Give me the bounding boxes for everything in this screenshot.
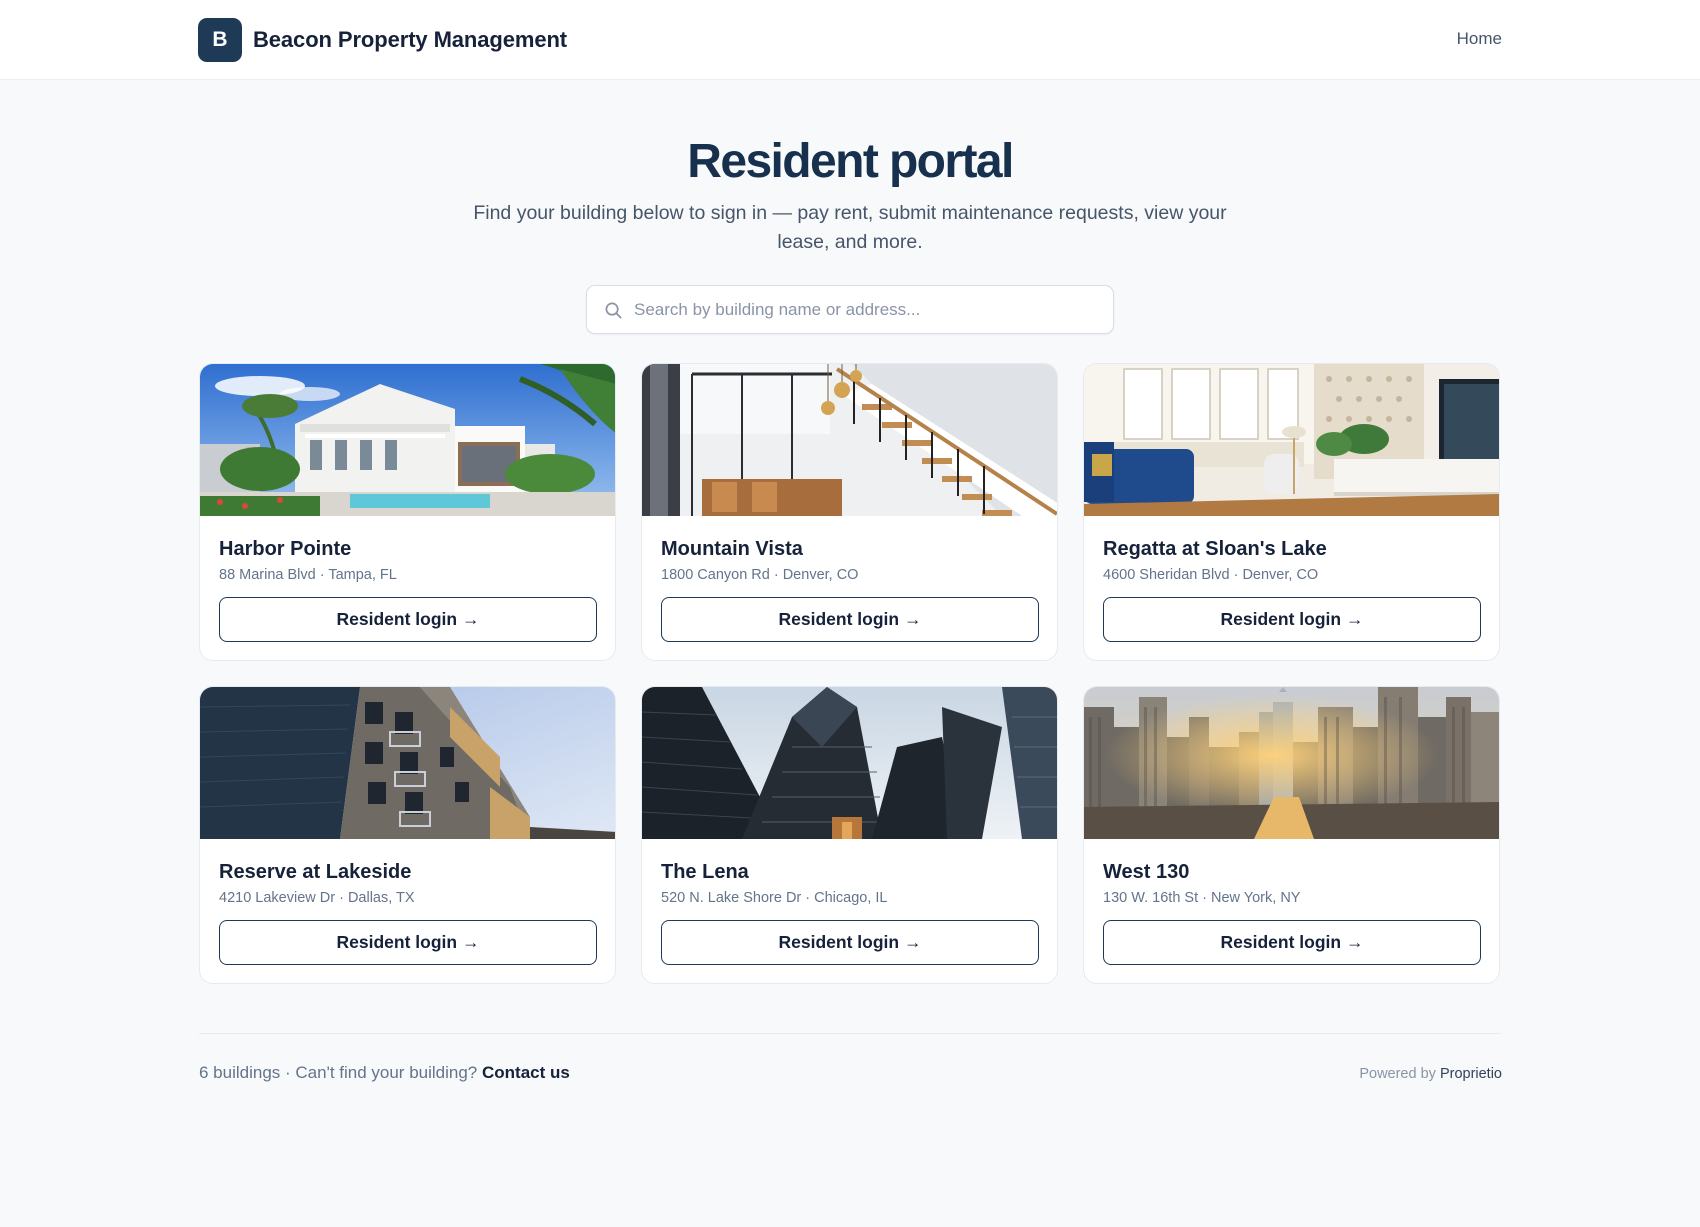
building-card[interactable]: The Lena 520 N. Lake Shore Dr · Chicago,…	[641, 686, 1058, 984]
building-name: Mountain Vista	[661, 538, 803, 560]
proprietio-link[interactable]: Proprietio	[1440, 1066, 1502, 1082]
brand-name: Beacon Property Management	[253, 27, 568, 52]
building-photo-harbor-pointe[interactable]	[200, 364, 616, 516]
search-input[interactable]	[634, 286, 1094, 333]
powered-by: Powered by Proprietio	[1359, 1066, 1502, 1082]
brand-logo: B	[198, 18, 242, 62]
building-card[interactable]: Reserve at Lakeside 4210 Lakeview Dr · D…	[199, 686, 616, 984]
building-card[interactable]: Harbor Pointe 88 Marina Blvd · Tampa, FL…	[199, 363, 616, 661]
footer-building-count: 6 buildings · Can't find your building? …	[199, 1063, 570, 1083]
building-photo-the-lena[interactable]	[642, 687, 1058, 839]
building-address: 88 Marina Blvd · Tampa, FL	[219, 567, 397, 583]
resident-login-button[interactable]: Resident login →	[1103, 920, 1481, 965]
resident-login-button[interactable]: Resident login →	[661, 920, 1039, 965]
building-address: 130 W. 16th St · New York, NY	[1103, 890, 1301, 906]
building-name: West 130	[1103, 861, 1190, 883]
resident-login-button[interactable]: Resident login →	[661, 597, 1039, 642]
search-box[interactable]	[586, 285, 1114, 334]
building-address: 520 N. Lake Shore Dr · Chicago, IL	[661, 890, 888, 906]
brand[interactable]: B Beacon Property Management	[198, 18, 567, 62]
building-photo-west-130[interactable]	[1084, 687, 1500, 839]
page-subtitle: Find your building below to sign in — pa…	[473, 202, 1227, 253]
footer-count-text: 6 buildings · Can't find your building?	[199, 1063, 478, 1082]
contact-us-link[interactable]: Contact us	[482, 1063, 570, 1082]
building-address: 1800 Canyon Rd · Denver, CO	[661, 567, 859, 583]
search-icon	[605, 302, 622, 319]
footer-divider	[199, 1033, 1501, 1034]
resident-login-button[interactable]: Resident login →	[1103, 597, 1481, 642]
building-address: 4600 Sheridan Blvd · Denver, CO	[1103, 567, 1319, 583]
building-address: 4210 Lakeview Dr · Dallas, TX	[219, 890, 415, 906]
building-photo-reserve-at-lakeside[interactable]	[200, 687, 616, 839]
building-photo-mountain-vista[interactable]	[642, 364, 1058, 516]
building-photo-regatta[interactable]	[1084, 364, 1500, 516]
building-name: Reserve at Lakeside	[219, 861, 412, 883]
building-name: The Lena	[661, 861, 749, 883]
building-card[interactable]: Regatta at Sloan's Lake 4600 Sheridan Bl…	[1083, 363, 1500, 661]
resident-login-button[interactable]: Resident login →	[219, 597, 597, 642]
nav-home-link[interactable]: Home	[1457, 29, 1502, 49]
resident-login-button[interactable]: Resident login →	[219, 920, 597, 965]
building-card[interactable]: West 130 130 W. 16th St · New York, NY R…	[1083, 686, 1500, 984]
top-navigation-bar: B Beacon Property Management Home	[0, 0, 1700, 80]
powered-by-text: Powered by	[1359, 1066, 1436, 1082]
building-name: Regatta at Sloan's Lake	[1103, 538, 1327, 560]
building-name: Harbor Pointe	[219, 538, 352, 560]
page-title: Resident portal	[687, 135, 1014, 188]
building-card[interactable]: Mountain Vista 1800 Canyon Rd · Denver, …	[641, 363, 1058, 661]
building-grid: Harbor Pointe 88 Marina Blvd · Tampa, FL…	[199, 363, 1501, 984]
